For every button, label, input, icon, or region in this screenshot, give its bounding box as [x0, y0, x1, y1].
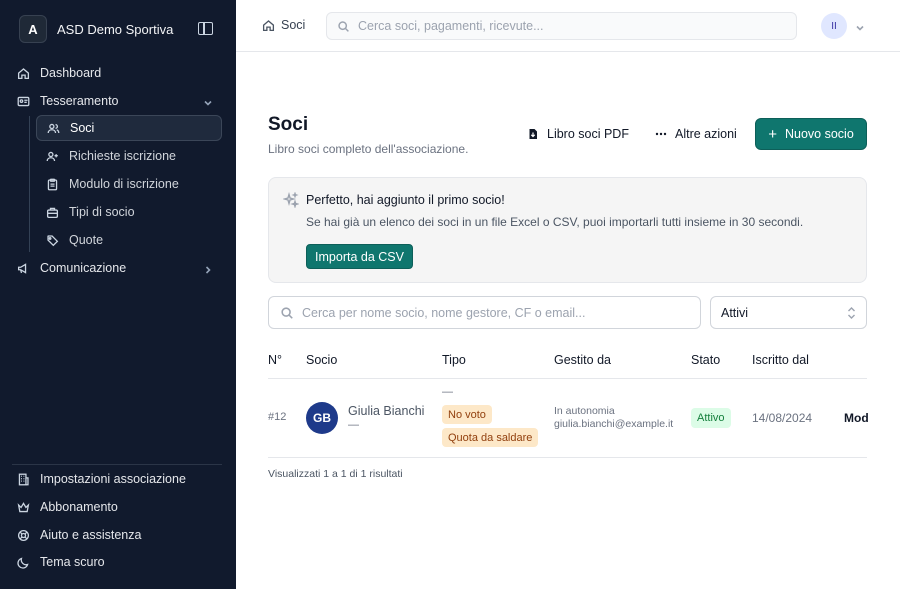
sidebar-item-label: Soci	[70, 121, 95, 135]
nav-label: Tesseramento	[40, 94, 119, 108]
nav-label: Impostazioni associazione	[40, 472, 186, 486]
sidebar-item-quote[interactable]: Quote	[36, 227, 222, 253]
altre-azioni-button[interactable]: Altre azioni	[655, 124, 737, 144]
file-download-icon	[527, 128, 539, 140]
status-filter-select[interactable]: Attivi	[710, 296, 867, 329]
member-search[interactable]	[268, 296, 701, 329]
megaphone-icon	[17, 262, 30, 275]
chevron-right-icon[interactable]	[203, 263, 213, 274]
import-callout: Perfetto, hai aggiunto il primo socio! S…	[268, 177, 867, 283]
nav-item-tesseramento[interactable]: Tesseramento	[17, 89, 119, 113]
table-row-divider	[268, 457, 867, 458]
sidebar-item-modulo[interactable]: Modulo di iscrizione	[36, 171, 222, 197]
column-header-numero[interactable]: N°	[268, 353, 282, 367]
sidebar: A ASD Demo Sportiva Dashboard Tesseramen…	[0, 0, 236, 589]
chevron-down-icon[interactable]	[203, 96, 213, 106]
home-icon	[17, 67, 30, 80]
briefcase-icon	[46, 206, 59, 219]
nav-label: Tema scuro	[40, 555, 105, 569]
nav-item-aiuto[interactable]: Aiuto e assistenza	[17, 523, 141, 547]
badge-no-voto: No voto	[442, 405, 492, 424]
nav-item-dashboard[interactable]: Dashboard	[17, 61, 101, 85]
nuovo-socio-button[interactable]: + Nuovo socio	[755, 118, 867, 150]
nav-label: Comunicazione	[40, 261, 127, 275]
nav-item-comunicazione[interactable]: Comunicazione	[17, 256, 126, 280]
results-count: Visualizzati 1 a 1 di 1 risultati	[268, 468, 403, 480]
sparkles-icon	[281, 191, 300, 209]
global-search-input[interactable]	[358, 19, 778, 33]
row-number: #12	[268, 411, 287, 423]
lifebuoy-icon	[17, 529, 30, 542]
nav-label: Abbonamento	[40, 500, 118, 514]
users-icon	[47, 122, 60, 135]
status-badge: Attivo	[691, 408, 731, 428]
managed-by: In autonomia giulia.bianchi@example.it	[554, 405, 673, 431]
clipboard-icon	[46, 178, 59, 191]
button-label: Libro soci PDF	[547, 127, 629, 141]
column-header-gestito-da[interactable]: Gestito da	[554, 353, 611, 367]
column-header-tipo[interactable]: Tipo	[442, 353, 466, 367]
button-label: Nuovo socio	[784, 127, 854, 141]
joined-date: 14/08/2024	[752, 411, 813, 425]
status-filter-value: Attivi	[721, 305, 749, 320]
id-card-icon	[17, 95, 30, 108]
building-icon	[17, 473, 30, 486]
breadcrumb[interactable]: Soci	[262, 18, 305, 32]
brand-name: ASD Demo Sportiva	[57, 21, 174, 37]
moon-icon	[17, 556, 30, 569]
sidebar-divider	[12, 464, 222, 465]
sidebar-item-tipi[interactable]: Tipi di socio	[36, 199, 222, 225]
global-search[interactable]	[326, 12, 797, 40]
nav-item-tema-scuro[interactable]: Tema scuro	[17, 550, 105, 574]
sidebar-item-label: Modulo di iscrizione	[69, 177, 179, 191]
managed-by-email: giulia.bianchi@example.it	[554, 418, 674, 430]
nav-item-impostazioni[interactable]: Impostazioni associazione	[17, 467, 186, 491]
user-avatar[interactable]: II	[821, 13, 847, 39]
avatar: GB	[306, 402, 338, 434]
member-type: —	[442, 386, 453, 398]
column-header-socio[interactable]: Socio	[306, 353, 337, 367]
sidebar-item-label: Tipi di socio	[69, 205, 135, 219]
brand-logo: A	[19, 15, 47, 43]
member-search-input[interactable]	[302, 305, 692, 320]
plus-icon: +	[768, 125, 777, 143]
home-icon	[262, 19, 275, 31]
nav-label: Dashboard	[40, 66, 102, 80]
column-header-stato[interactable]: Stato	[691, 353, 720, 367]
sidebar-item-label: Quote	[69, 233, 104, 247]
sidebar-item-richieste[interactable]: Richieste iscrizione	[36, 143, 222, 169]
member-name[interactable]: Giulia Bianchi	[348, 404, 424, 418]
libro-soci-pdf-button[interactable]: Libro soci PDF	[527, 124, 629, 144]
breadcrumb-label: Soci	[281, 18, 306, 32]
chevron-down-icon[interactable]	[855, 21, 865, 31]
badge-quota-da-saldare: Quota da saldare	[442, 428, 539, 447]
nav-item-abbonamento[interactable]: Abbonamento	[17, 495, 118, 519]
edit-member-link[interactable]: Mod	[844, 411, 869, 425]
brand[interactable]: A ASD Demo Sportiva	[19, 15, 173, 43]
table-header-divider	[268, 378, 867, 379]
search-icon	[281, 306, 293, 319]
user-plus-icon	[46, 150, 59, 163]
managed-by-mode: In autonomia	[554, 405, 615, 417]
sidebar-item-soci[interactable]: Soci	[36, 115, 222, 141]
member-subtext: —	[348, 419, 359, 431]
crown-icon	[17, 501, 30, 514]
button-label: Altre azioni	[675, 127, 737, 141]
importa-csv-button[interactable]: Importa da CSV	[306, 244, 413, 269]
sidebar-item-label: Richieste iscrizione	[69, 149, 176, 163]
callout-text: Se hai già un elenco dei soci in un file…	[306, 215, 804, 229]
tag-icon	[46, 234, 59, 247]
chevron-updown-icon	[847, 306, 856, 320]
nav-label: Aiuto e assistenza	[40, 528, 142, 542]
more-horizontal-icon	[655, 128, 667, 140]
sidebar-toggle-icon[interactable]	[198, 22, 213, 35]
callout-title: Perfetto, hai aggiunto il primo socio!	[306, 193, 505, 207]
search-icon	[338, 20, 349, 32]
submenu-guide	[29, 116, 30, 252]
topbar: Soci II	[236, 0, 900, 52]
page-title: Soci	[268, 114, 309, 135]
column-header-iscritto-dal[interactable]: Iscritto dal	[752, 353, 809, 367]
page-subtitle: Libro soci completo dell'associazione.	[268, 142, 469, 156]
